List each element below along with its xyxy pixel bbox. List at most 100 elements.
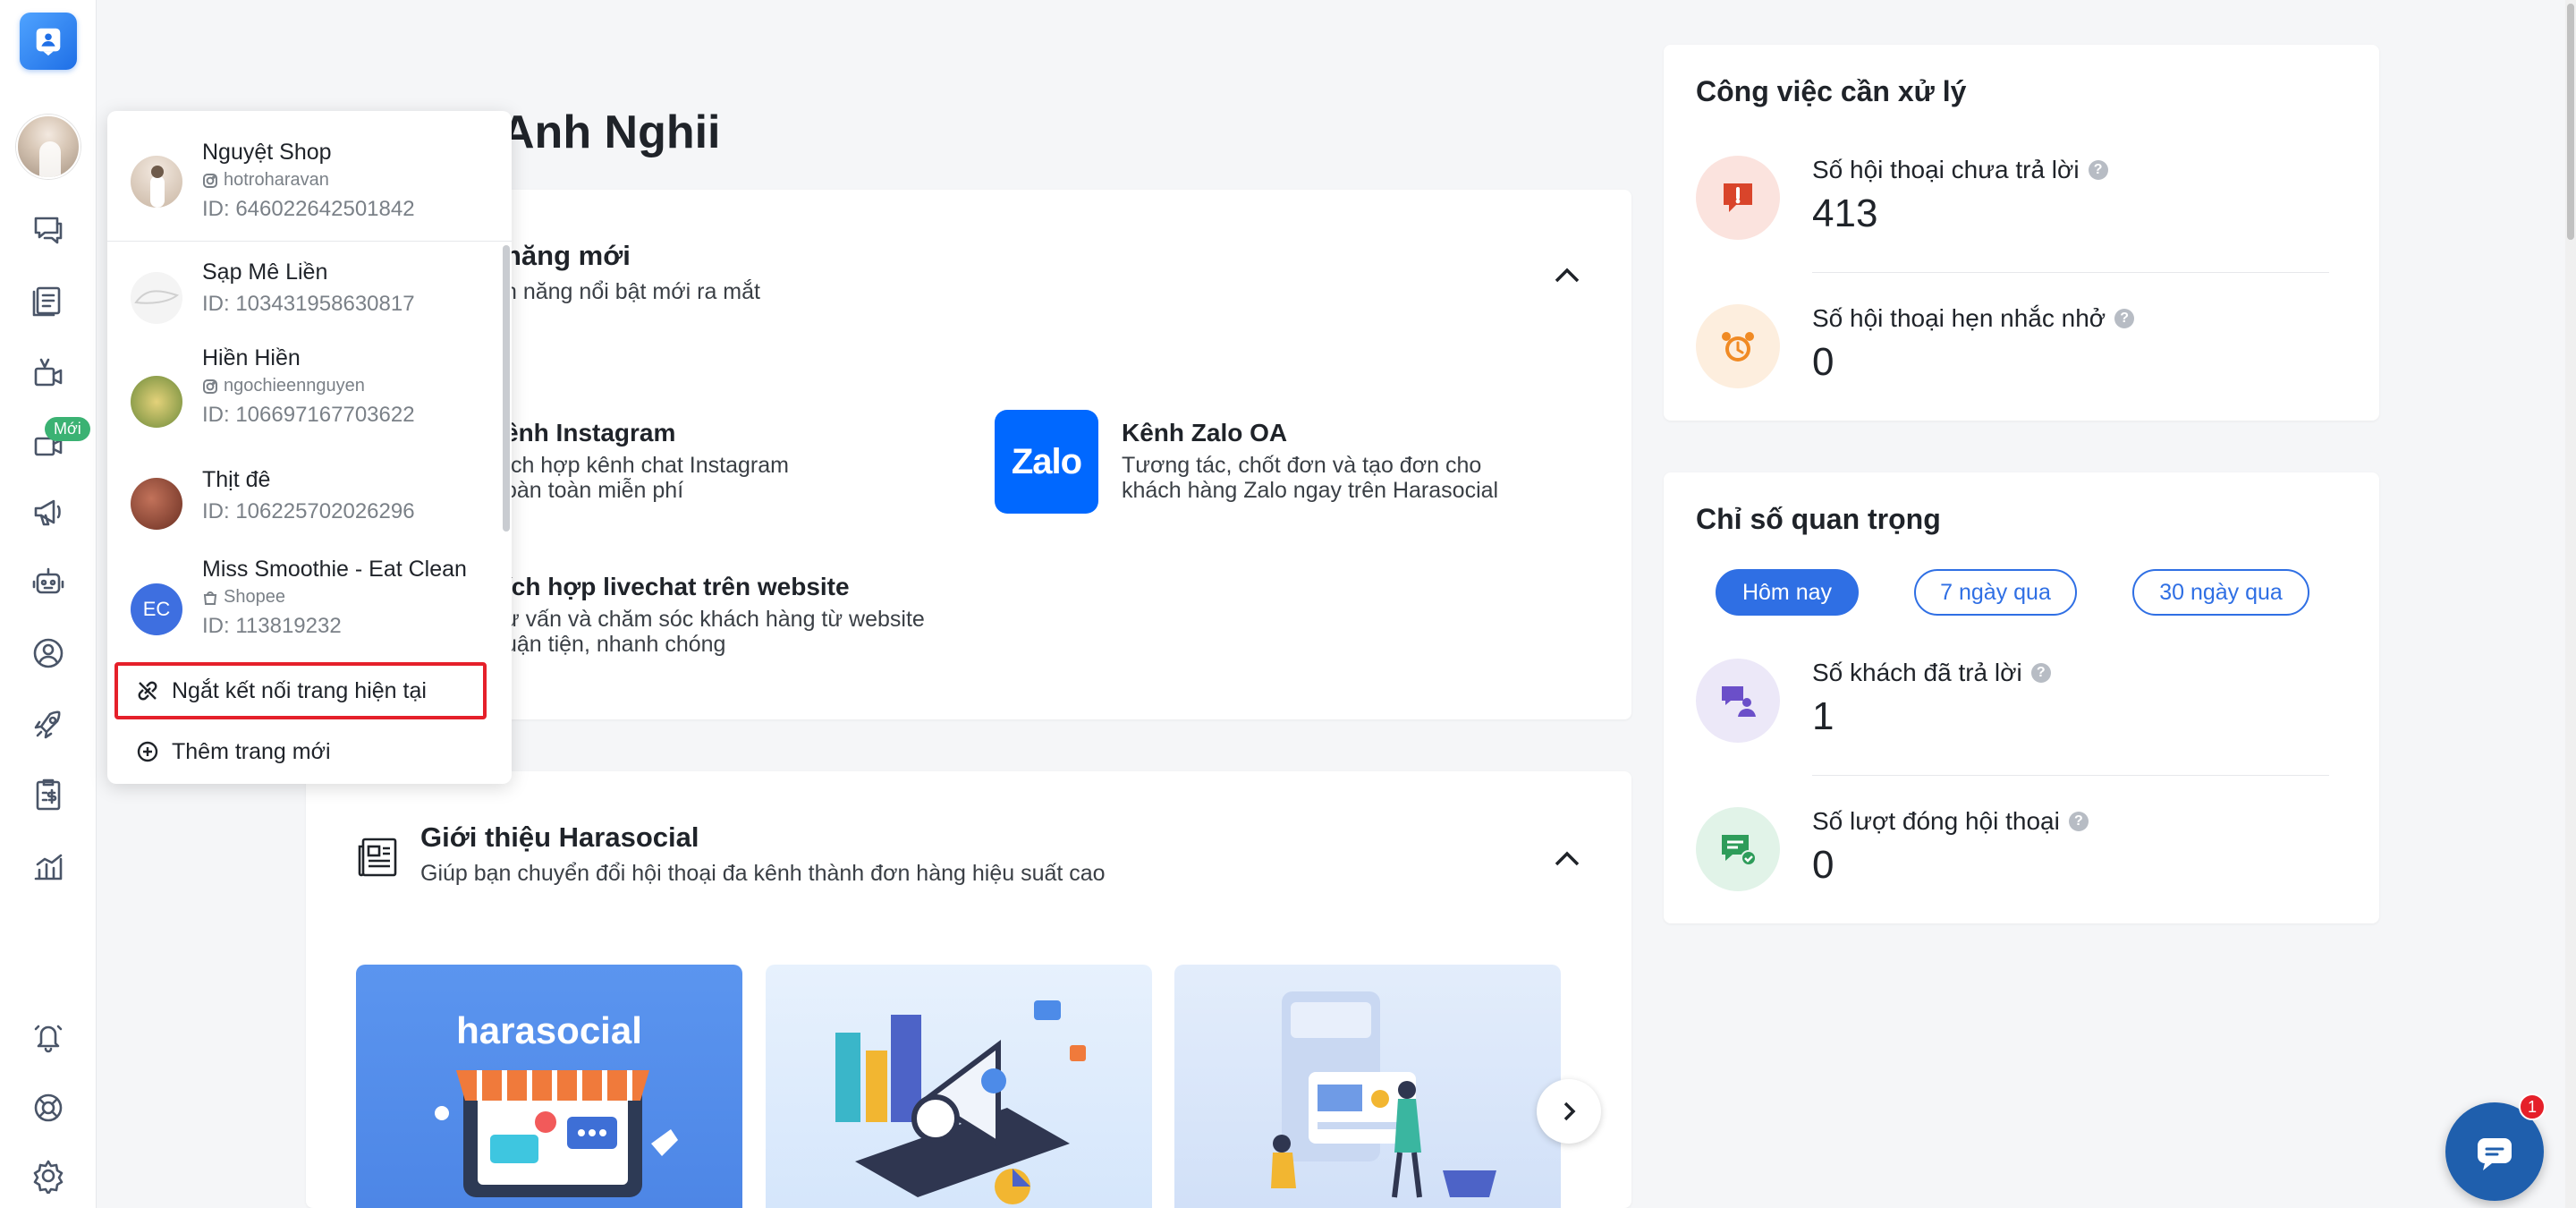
page-id: ID: 103431958630817 bbox=[202, 292, 415, 316]
divider bbox=[1812, 272, 2329, 273]
settings-icon[interactable] bbox=[27, 1154, 70, 1197]
customer-icon[interactable] bbox=[27, 632, 70, 675]
page-scrollbar[interactable] bbox=[2565, 0, 2576, 1208]
page-list-item[interactable]: EC Miss Smoothie - Eat Clean Shopee ID: … bbox=[107, 555, 501, 662]
unlink-icon bbox=[138, 681, 157, 701]
page-id: ID: 106697167703622 bbox=[202, 403, 415, 427]
invoice-icon[interactable] bbox=[27, 773, 70, 816]
intro-subtitle: Giúp bạn chuyển đổi hội thoại đa kênh th… bbox=[420, 861, 1106, 886]
feature-livechat-title[interactable]: ích hợp livechat trên website bbox=[504, 573, 850, 601]
feature-zalo-desc: Tương tác, chốt đơn và tạo đơn cho bbox=[1122, 453, 1482, 478]
page-avatar bbox=[131, 376, 182, 428]
collapse-chevron-icon[interactable] bbox=[1549, 258, 1585, 293]
page-handle: hotroharavan bbox=[202, 170, 329, 191]
page-name: Sạp Mê Liền bbox=[202, 259, 328, 285]
add-page-button[interactable]: Thêm trang mới bbox=[136, 727, 331, 777]
page-avatar: EC bbox=[131, 583, 182, 635]
megaphone-illustration bbox=[835, 1000, 1086, 1204]
help-icon[interactable]: ? bbox=[2088, 160, 2108, 180]
customers-replied-label-text: Số khách đã trả lời bbox=[1812, 659, 2022, 686]
unanswered-label: Số hội thoại chưa trả lời ? bbox=[1812, 156, 2108, 184]
intro-slide-3[interactable] bbox=[1174, 965, 1561, 1208]
instagram-icon bbox=[202, 173, 218, 189]
page-id: ID: 113819232 bbox=[202, 614, 342, 638]
closed-conversation-icon bbox=[1696, 807, 1780, 891]
campaign-icon[interactable] bbox=[27, 490, 70, 533]
app-logo-icon[interactable] bbox=[20, 13, 77, 70]
page-handle-text: ngochieennguyen bbox=[224, 376, 365, 396]
divider bbox=[1812, 775, 2329, 776]
reminder-value: 0 bbox=[1812, 340, 1835, 384]
plus-circle-icon bbox=[137, 741, 158, 762]
range-7days-button[interactable]: 7 ngày qua bbox=[1914, 569, 2077, 616]
page-handle-text: hotroharavan bbox=[224, 170, 329, 190]
feature-livechat-desc-2: uận tiện, nhanh chóng bbox=[504, 632, 726, 657]
page-handle: ngochieennguyen bbox=[202, 376, 365, 396]
page-switcher-dropdown: Nguyệt Shop hotroharavan ID: 64602264250… bbox=[107, 111, 512, 784]
chat-icon[interactable] bbox=[27, 208, 70, 251]
add-page-label: Thêm trang mới bbox=[172, 738, 331, 764]
features-title: năng mới bbox=[504, 240, 631, 271]
chevron-right-icon bbox=[1563, 1102, 1576, 1121]
feature-livechat-desc: ư vấn và chăm sóc khách hàng từ website bbox=[504, 607, 925, 632]
left-nav-rail: Mới bbox=[0, 0, 97, 1208]
unanswered-icon bbox=[1696, 156, 1780, 240]
page-avatar bbox=[131, 156, 182, 208]
orders-icon[interactable] bbox=[27, 279, 70, 322]
unanswered-value: 413 bbox=[1812, 191, 1878, 235]
closed-conversations-label: Số lượt đóng hội thoại ? bbox=[1812, 807, 2089, 836]
storefront-illustration bbox=[435, 1070, 678, 1197]
disconnect-page-button[interactable]: Ngắt kết nối trang hiện tại bbox=[114, 662, 487, 719]
range-30days-button[interactable]: 30 ngày qua bbox=[2132, 569, 2309, 616]
carousel-next-button[interactable] bbox=[1537, 1079, 1601, 1144]
page-id: ID: 646022642501842 bbox=[202, 197, 415, 221]
help-icon[interactable]: ? bbox=[2068, 812, 2089, 831]
page-list-item[interactable]: Thịt đê ID: 106225702026296 bbox=[107, 455, 501, 553]
help-icon[interactable]: ? bbox=[2030, 663, 2051, 683]
page-name: Thịt đê bbox=[202, 467, 271, 492]
page-name: Hiền Hiền bbox=[202, 345, 301, 370]
range-today-button[interactable]: Hôm nay bbox=[1716, 569, 1859, 616]
newspaper-icon bbox=[356, 834, 402, 880]
current-page-avatar[interactable] bbox=[16, 115, 80, 179]
chat-bubble-icon bbox=[2478, 1138, 2512, 1170]
reminder-label-text: Số hội thoại hẹn nhắc nhở bbox=[1812, 304, 2106, 332]
feature-instagram-desc: ích hợp kênh chat Instagram bbox=[504, 453, 789, 478]
feature-zalo-title[interactable]: Kênh Zalo OA bbox=[1122, 419, 1287, 447]
page-list-item[interactable]: Sạp Mê Liền ID: 103431958630817 bbox=[107, 245, 501, 344]
rocket-icon[interactable] bbox=[27, 703, 70, 746]
selected-page[interactable]: Nguyệt Shop hotroharavan ID: 64602264250… bbox=[107, 111, 512, 242]
report-icon[interactable] bbox=[27, 845, 70, 888]
instagram-icon bbox=[202, 379, 218, 395]
livestream-icon[interactable] bbox=[27, 351, 70, 394]
customers-replied-label: Số khách đã trả lời ? bbox=[1812, 659, 2051, 687]
unanswered-label-text: Số hội thoại chưa trả lời bbox=[1812, 156, 2080, 183]
page-name: Nguyệt Shop bbox=[202, 140, 332, 165]
help-icon[interactable]: ? bbox=[2114, 309, 2135, 328]
notification-icon[interactable] bbox=[27, 1015, 70, 1058]
key-metrics-title: Chỉ số quan trọng bbox=[1696, 503, 1941, 535]
intro-slide-2[interactable] bbox=[766, 965, 1152, 1208]
page-avatar bbox=[131, 478, 182, 530]
page-id: ID: 106225702026296 bbox=[202, 499, 415, 523]
dropdown-scrollbar[interactable] bbox=[503, 245, 510, 532]
page-list-item[interactable]: Hiền Hiền ngochieennguyen ID: 1066971677… bbox=[107, 344, 501, 451]
features-subtitle: h năng nổi bật mới ra mắt bbox=[504, 279, 760, 304]
page-handle-text: Shopee bbox=[224, 587, 285, 607]
tasks-title: Công việc cần xử lý bbox=[1696, 75, 1967, 107]
shopping-illustration bbox=[1271, 991, 1496, 1198]
collapse-chevron-icon[interactable] bbox=[1549, 841, 1585, 877]
zalo-logo-icon: Zalo bbox=[995, 410, 1098, 514]
greeting-title: Anh Nghii bbox=[501, 106, 721, 158]
page-name: Miss Smoothie - Eat Clean bbox=[202, 557, 467, 582]
closed-conversations-value: 0 bbox=[1812, 843, 1835, 887]
support-icon[interactable] bbox=[27, 1086, 70, 1129]
intro-title: Giới thiệu Harasocial bbox=[420, 821, 699, 853]
customer-replied-icon bbox=[1696, 659, 1780, 743]
key-metrics-card: Chỉ số quan trọng Hôm nay 7 ngày qua 30 … bbox=[1664, 472, 2379, 923]
intro-slide-1[interactable]: harasocial bbox=[356, 965, 742, 1208]
closed-conversations-label-text: Số lượt đóng hội thoại bbox=[1812, 807, 2060, 835]
bot-icon[interactable] bbox=[27, 560, 70, 603]
feature-instagram-title[interactable]: ênh Instagram bbox=[504, 419, 675, 447]
customers-replied-value: 1 bbox=[1812, 694, 1835, 738]
